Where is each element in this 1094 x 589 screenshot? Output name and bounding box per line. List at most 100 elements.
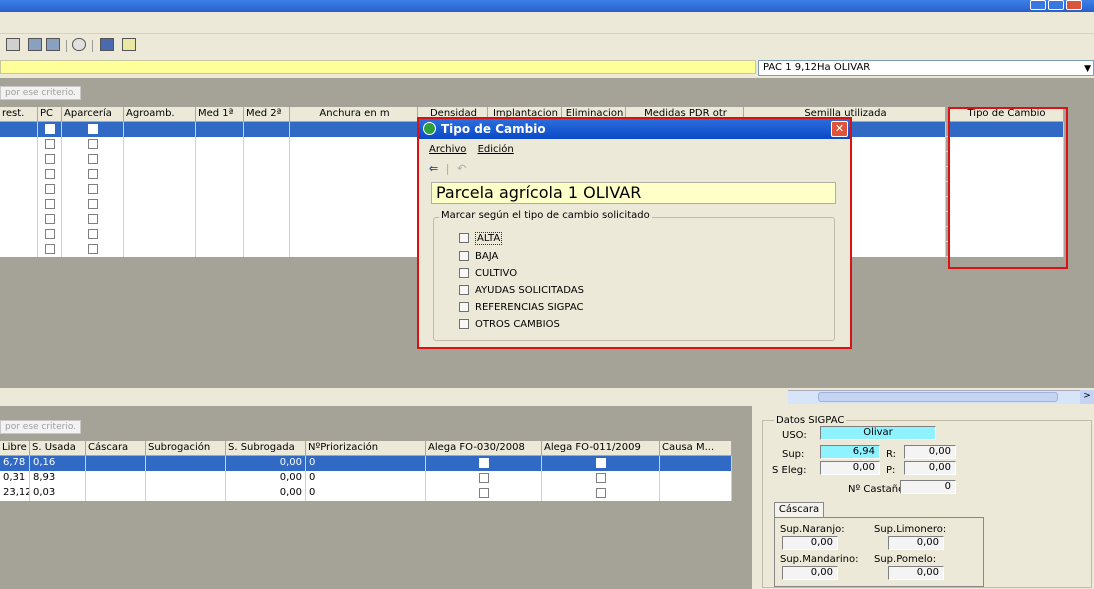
column-header[interactable]: Alega FO-011/2009 xyxy=(542,441,660,456)
edit-icon[interactable] xyxy=(122,38,136,51)
checkbox[interactable] xyxy=(87,184,98,194)
lower-grid-hint: por ese criterio. xyxy=(0,420,82,434)
checkbox[interactable] xyxy=(44,199,55,209)
table-cell xyxy=(196,137,244,152)
tipo-cambio-dialog: Tipo de Cambio ✕ Archivo Edición ⇐ | ↶ P… xyxy=(417,117,852,349)
checkbox[interactable] xyxy=(87,154,98,164)
card-icon[interactable] xyxy=(100,38,114,51)
option-ayudas[interactable]: AYUDAS SOLICITADAS xyxy=(459,285,584,296)
option-baja[interactable]: BAJA xyxy=(459,251,498,262)
table-cell xyxy=(0,152,38,167)
save-icon[interactable] xyxy=(6,38,20,51)
minimize-button[interactable] xyxy=(1030,0,1046,10)
table-cell: 0,03 xyxy=(30,486,86,501)
table-cell xyxy=(244,152,290,167)
option-otros[interactable]: OTROS CAMBIOS xyxy=(459,319,560,330)
column-header[interactable]: Med 1ª xyxy=(196,107,244,122)
checkbox[interactable] xyxy=(595,458,606,468)
checkbox[interactable] xyxy=(87,229,98,239)
table-cell xyxy=(146,471,226,486)
tab-cascara-label: Cáscara xyxy=(778,504,820,515)
table-cell xyxy=(124,197,196,212)
criteria-field[interactable] xyxy=(0,60,756,74)
table-row[interactable]: 23,12 0,03 0,00 0 xyxy=(0,486,732,501)
checkbox[interactable] xyxy=(87,139,98,149)
column-header[interactable]: Anchura en m xyxy=(290,107,418,122)
table-cell xyxy=(196,167,244,182)
menu-archivo[interactable]: Archivo xyxy=(429,144,466,155)
checkbox[interactable] xyxy=(459,268,469,278)
table-cell xyxy=(660,471,732,486)
table-cell xyxy=(146,486,226,501)
checkbox[interactable] xyxy=(87,169,98,179)
checkbox[interactable] xyxy=(44,214,55,224)
option-label: REFERENCIAS SIGPAC xyxy=(475,302,584,313)
checkbox[interactable] xyxy=(44,184,55,194)
scrollbar-thumb[interactable] xyxy=(818,392,1058,402)
column-header[interactable]: Libre xyxy=(0,441,30,456)
pie-icon[interactable] xyxy=(72,38,86,51)
checkbox[interactable] xyxy=(44,154,55,164)
maximize-button[interactable] xyxy=(1048,0,1064,10)
dialog-close-icon[interactable]: ✕ xyxy=(831,121,848,137)
checkbox[interactable] xyxy=(478,458,489,468)
checkbox[interactable] xyxy=(478,473,489,483)
table-cell: 23,12 xyxy=(0,486,30,501)
checkbox[interactable] xyxy=(459,233,469,243)
table-cell xyxy=(0,242,38,257)
column-header[interactable]: S. Usada xyxy=(30,441,86,456)
table-cell xyxy=(290,197,418,212)
column-header[interactable]: Aparcería xyxy=(62,107,124,122)
table-row[interactable]: 6,78 0,16 0,00 0 xyxy=(0,456,732,471)
checkbox[interactable] xyxy=(87,199,98,209)
option-referencias[interactable]: REFERENCIAS SIGPAC xyxy=(459,302,583,313)
table-row[interactable]: 0,31 8,93 0,00 0 xyxy=(0,471,732,486)
column-header[interactable]: Agroamb. xyxy=(124,107,196,122)
tab-cascara[interactable]: Cáscara xyxy=(774,502,824,518)
column-header[interactable]: Alega FO-030/2008 xyxy=(426,441,542,456)
column-header[interactable]: Cáscara xyxy=(86,441,146,456)
checkbox[interactable] xyxy=(44,244,55,254)
checkbox[interactable] xyxy=(459,285,469,295)
column-header[interactable]: S. Subrogada xyxy=(226,441,306,456)
table-cell xyxy=(244,227,290,242)
grid-icon[interactable] xyxy=(28,38,42,51)
back-arrow-icon[interactable]: ⇐ xyxy=(429,162,438,175)
column-header[interactable]: Med 2ª xyxy=(244,107,290,122)
checkbox[interactable] xyxy=(44,169,55,179)
checkbox[interactable] xyxy=(44,124,55,134)
column-header[interactable]: Causa M... xyxy=(660,441,732,456)
checkbox[interactable] xyxy=(478,488,489,498)
table-cell xyxy=(124,167,196,182)
option-alta[interactable]: ALTA xyxy=(459,232,503,245)
close-window-button[interactable] xyxy=(1066,0,1082,10)
table-cell xyxy=(244,197,290,212)
column-header[interactable]: rest. xyxy=(0,107,38,122)
undo-icon[interactable]: ↶ xyxy=(457,162,466,175)
checkbox[interactable] xyxy=(459,251,469,261)
column-header[interactable]: Subrogación xyxy=(146,441,226,456)
checkbox[interactable] xyxy=(87,244,98,254)
column-header[interactable]: PC xyxy=(38,107,62,122)
option-cultivo[interactable]: CULTIVO xyxy=(459,268,517,279)
naranjo-value: 0,00 xyxy=(782,536,838,550)
checkbox[interactable] xyxy=(87,214,98,224)
checkbox[interactable] xyxy=(595,473,606,483)
limonero-label: Sup.Limonero: xyxy=(874,524,947,535)
table-cell xyxy=(38,137,62,152)
chevron-down-icon[interactable]: ▼ xyxy=(1084,62,1091,76)
checkbox[interactable] xyxy=(44,139,55,149)
table-cell: 0,16 xyxy=(30,456,86,471)
checkbox[interactable] xyxy=(87,124,98,134)
toolbar-separator xyxy=(92,40,93,52)
pomelo-label: Sup.Pomelo: xyxy=(874,554,937,565)
scroll-right-icon[interactable]: > xyxy=(1080,390,1094,404)
checkbox[interactable] xyxy=(459,319,469,329)
menu-edicion[interactable]: Edición xyxy=(478,144,514,155)
checkbox[interactable] xyxy=(595,488,606,498)
column-header[interactable]: NºPriorización xyxy=(306,441,426,456)
table-icon[interactable] xyxy=(46,38,60,51)
parcel-combo[interactable]: PAC 1 9,12Ha OLIVAR ▼ xyxy=(758,60,1094,76)
checkbox[interactable] xyxy=(459,302,469,312)
checkbox[interactable] xyxy=(44,229,55,239)
